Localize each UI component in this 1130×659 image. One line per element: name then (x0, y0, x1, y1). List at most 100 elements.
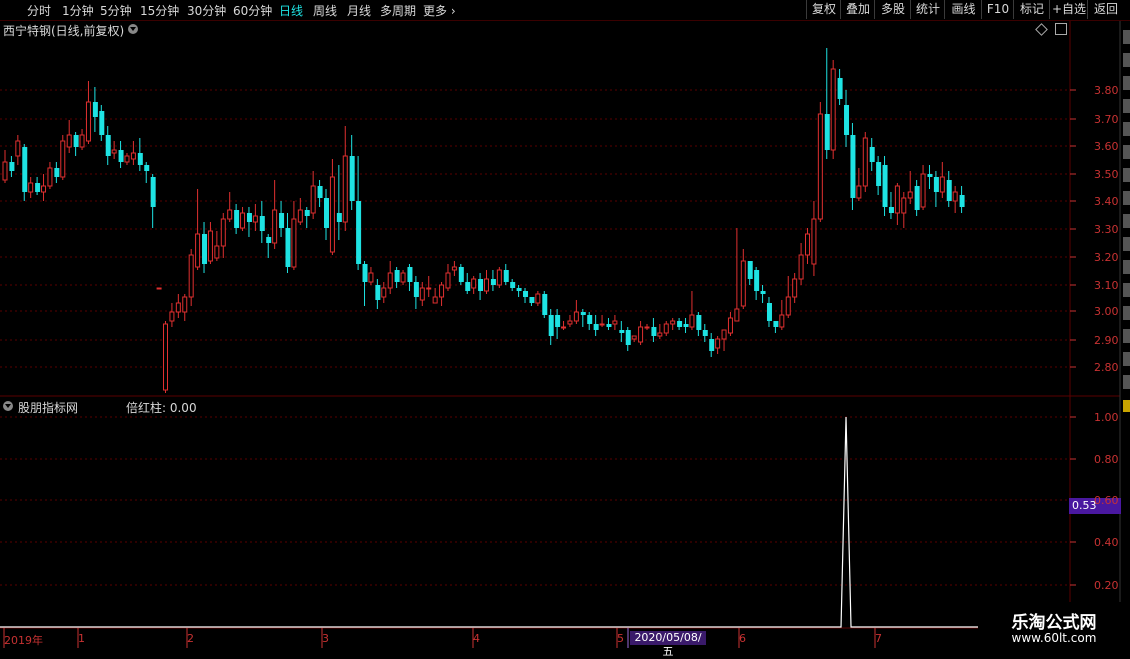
candle-body-down (625, 330, 631, 345)
indicator-axis-label: 1.00 (1094, 411, 1119, 424)
candle-body-up (79, 134, 85, 148)
candle-body-down (709, 339, 715, 351)
time-axis-label: 2019年 (4, 634, 43, 647)
candle-body-up (471, 278, 477, 289)
edge-stock-list-item (1123, 283, 1130, 297)
candle-body-down (407, 267, 413, 282)
candle-body-up (830, 68, 836, 151)
candle-body-up (2, 161, 8, 181)
price-axis-label: 3.30 (1094, 223, 1119, 236)
candle-body-down (285, 228, 291, 267)
candle-body-down (516, 288, 522, 291)
candle-body-down (490, 279, 496, 285)
candle-body-down (888, 207, 894, 213)
candle-body-down (876, 162, 882, 186)
candle-body-up (163, 323, 168, 391)
candle-body-up (805, 233, 810, 256)
candle-body-up (811, 218, 817, 265)
candle-body-down (394, 270, 400, 282)
candle-body-up (207, 230, 213, 262)
indicator-axis-label: 0.20 (1094, 579, 1119, 592)
edge-stock-list-item (1123, 53, 1130, 67)
candle-body-up (272, 209, 278, 244)
edge-stock-list-item (1123, 99, 1130, 113)
price-axis-label: 3.20 (1094, 251, 1119, 264)
candle-body-up (439, 284, 445, 298)
candle-body-down (35, 183, 41, 192)
candle-body-up (599, 323, 605, 326)
candle-body-up (175, 302, 181, 313)
candle-body-down (356, 201, 362, 264)
candle-body-up (329, 176, 335, 253)
candle-body-down (349, 156, 355, 201)
edge-stock-list-item (1123, 168, 1130, 182)
candle-body-up (901, 197, 907, 214)
time-axis-label: 5 (617, 632, 624, 645)
edge-stock-list-item (1123, 122, 1130, 136)
candle-body-up (721, 329, 727, 340)
candle-body-up (66, 134, 72, 148)
candle-body-down (702, 330, 708, 336)
candle-body-up (240, 212, 246, 229)
edge-stock-list-item (1123, 191, 1130, 205)
candle-body-up (451, 266, 457, 271)
time-axis-label: 2 (187, 632, 194, 645)
candle-body-down (619, 330, 625, 333)
candle-body-down (766, 303, 772, 321)
window-toggle-icon[interactable] (1055, 23, 1067, 35)
candle-body-up (792, 278, 798, 298)
candle-body-down (760, 291, 766, 294)
candle-body-up (195, 233, 201, 268)
candle-body-down (542, 294, 548, 315)
watermark-url: www.60lt.com (1011, 631, 1097, 645)
price-panel-menu-icon[interactable] (128, 24, 138, 34)
candle-body-up (47, 167, 53, 187)
edge-stock-list-item (1123, 375, 1130, 389)
candle-body-up (715, 338, 721, 349)
edge-indicator-tab (1123, 400, 1130, 412)
candle-body-down (754, 270, 760, 291)
candle-body-up (220, 218, 226, 247)
candle-body-down (202, 234, 208, 264)
candle-body-down (593, 324, 599, 330)
candle-body-up (689, 314, 695, 328)
candle-body-up (227, 209, 233, 220)
candle-body-down (246, 213, 252, 222)
candle-body-down (946, 180, 952, 201)
time-axis-label: 1 (78, 632, 85, 645)
candle-body-down (266, 237, 272, 243)
candle-body-down (548, 315, 554, 336)
candle-body-down (150, 177, 156, 207)
watermark: 乐淘公式网 www.60lt.com (978, 602, 1130, 650)
candle-body-down (606, 324, 612, 327)
edge-stock-list-item (1123, 260, 1130, 274)
candle-body-up (856, 185, 862, 199)
candle-body-up (387, 272, 393, 289)
price-axis-label: 3.60 (1094, 140, 1119, 153)
candle-body-up (561, 326, 567, 329)
edge-stock-list-item (1123, 214, 1130, 228)
candle-body-down (413, 282, 419, 297)
indicator-menu-icon[interactable] (3, 401, 13, 411)
price-axis-label: 2.90 (1094, 334, 1119, 347)
candle-body-up (214, 245, 220, 259)
candle-body-down (375, 285, 381, 300)
candle-body-up (445, 272, 451, 289)
time-axis-label: 6 (739, 632, 746, 645)
candle-body-up (342, 155, 348, 223)
candle-body-down (844, 105, 850, 135)
candle-body-up (291, 218, 297, 268)
candle-body-up (484, 278, 489, 292)
candle-body-up (920, 173, 926, 208)
candle-body-down (22, 147, 28, 192)
indicator-axis-label: 0.80 (1094, 453, 1119, 466)
candle-body-down (458, 267, 464, 282)
candle-body-down (510, 282, 516, 288)
candle-body-down (259, 216, 265, 231)
candle-body-up (419, 287, 425, 301)
candle-body-up (28, 182, 34, 193)
chart-canvas (0, 21, 1130, 650)
candle-body-up (644, 326, 650, 329)
candle-body-down (882, 165, 888, 207)
edge-stock-list-item (1123, 145, 1130, 159)
